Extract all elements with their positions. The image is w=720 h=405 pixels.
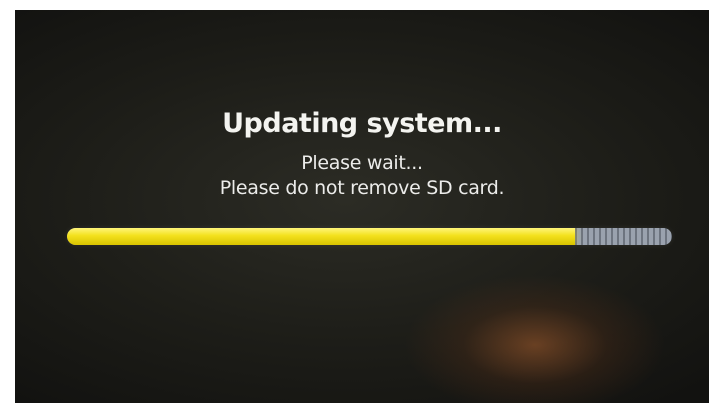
update-progress-fill xyxy=(67,228,576,245)
update-title: Updating system... xyxy=(222,108,502,139)
photo-frame: Updating system... Please wait... Please… xyxy=(0,0,720,405)
sd-card-warning-text: Please do not remove SD card. xyxy=(219,177,505,199)
please-wait-text: Please wait... xyxy=(301,152,423,174)
device-screen: Updating system... Please wait... Please… xyxy=(15,10,709,403)
update-progress-bar xyxy=(67,228,672,245)
